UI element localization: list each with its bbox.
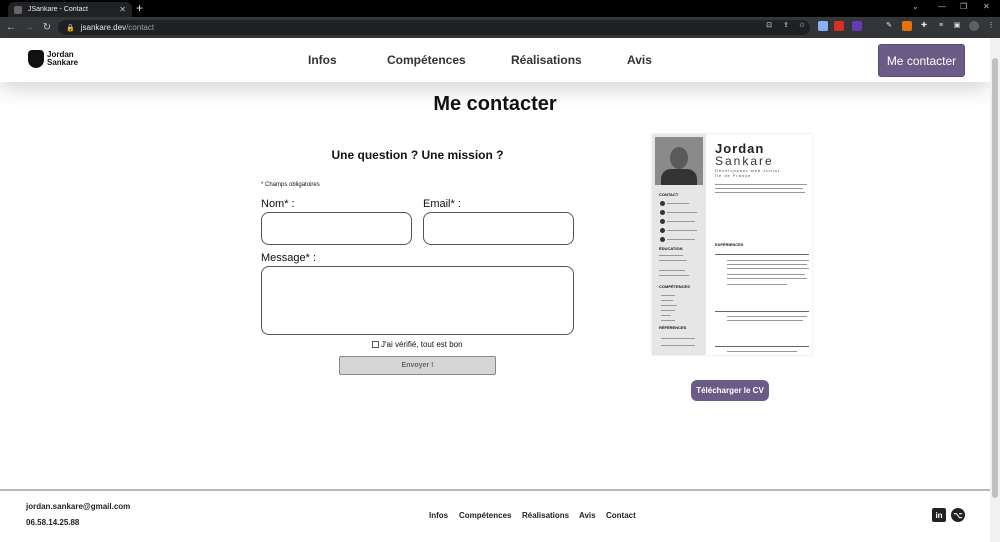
lock-icon: 🔒 (66, 24, 75, 32)
browser-tab-bar: JSankare - Contact ✕ + ⌄ — ❐ ✕ (0, 0, 1000, 17)
extension-icon[interactable]: ✎ (884, 21, 894, 31)
menu-icon[interactable]: ⋮ (986, 21, 996, 31)
email-field[interactable] (423, 212, 574, 245)
page-scrollbar[interactable] (990, 38, 1000, 542)
cv-references-heading: RÉFÉRENCES (659, 325, 687, 330)
cv-experience-heading: EXPÉRIENCES (715, 242, 744, 247)
page-viewport: Jordan Sankare Infos Compétences Réalisa… (0, 38, 990, 542)
cv-contact-row (660, 201, 689, 206)
cv-preview: CONTACT ÉDUCATION COMPÉTENCES RÉFÉRENCES… (652, 134, 812, 355)
profile-avatar[interactable] (969, 21, 979, 31)
footer-divider (0, 489, 990, 491)
footer-link-contact[interactable]: Contact (606, 511, 636, 520)
github-icon[interactable]: ⌥ (951, 508, 965, 522)
page-title: Me contacter (433, 93, 557, 115)
mail-icon (660, 210, 665, 215)
cv-education-heading: ÉDUCATION (659, 246, 683, 251)
share-icon[interactable]: ⇪ (781, 21, 791, 31)
cv-location: Île de France (715, 173, 752, 178)
cv-contact-row (660, 210, 697, 215)
url-host: jsankare.dev (80, 23, 127, 32)
close-icon[interactable]: ✕ (119, 5, 126, 14)
tab-title: JSankare - Contact (28, 6, 88, 13)
email-label: Email* : (423, 198, 461, 210)
minimize-icon[interactable]: — (938, 2, 946, 11)
install-icon[interactable]: ⊡ (764, 21, 774, 31)
side-panel-icon[interactable]: ▣ (952, 21, 962, 31)
cv-contact-row (660, 219, 695, 224)
cv-contact-row (660, 228, 697, 233)
cv-skills-heading: COMPÉTENCES (659, 284, 690, 289)
bookmark-star-icon[interactable]: ☆ (797, 21, 807, 31)
required-note: * Champs obligatoires (261, 182, 320, 188)
url-path: /contact (126, 23, 155, 32)
url-field[interactable]: 🔒 jsankare.dev /contact (58, 20, 810, 35)
github-icon (660, 237, 665, 242)
extension-icon[interactable] (834, 21, 844, 31)
footer-phone: 06.58.14.25.88 (26, 518, 80, 527)
tab-favicon-icon (14, 5, 22, 14)
download-cv-button[interactable]: Télécharger le CV (691, 380, 769, 401)
scrollbar-thumb[interactable] (992, 58, 998, 498)
cv-photo (655, 137, 703, 185)
link-icon (660, 219, 665, 224)
nav-avis[interactable]: Avis (627, 53, 652, 67)
form-heading: Une question ? Une mission ? (331, 148, 504, 162)
cv-last-name: Sankare (715, 154, 774, 168)
site-logo[interactable]: Jordan Sankare (28, 50, 78, 68)
back-icon[interactable]: ← (4, 22, 18, 33)
cv-contact-row (660, 237, 695, 242)
new-tab-button[interactable]: + (136, 2, 143, 15)
message-label: Message* : (261, 252, 317, 264)
footer-link-realisations[interactable]: Réalisations (522, 511, 569, 520)
reading-list-icon[interactable]: ≡ (936, 21, 946, 31)
forward-icon[interactable]: → (22, 22, 36, 33)
restore-icon[interactable]: ❐ (960, 2, 967, 11)
window-close-icon[interactable]: ✕ (983, 2, 990, 11)
name-field[interactable] (261, 212, 412, 245)
footer-email[interactable]: jordan.sankare@gmail.com (26, 502, 130, 511)
tab-search-icon[interactable]: ⌄ (912, 2, 919, 11)
confirm-label[interactable]: J'ai vérifié, tout est bon (381, 340, 463, 349)
phone-icon (660, 201, 665, 206)
extension-icon[interactable] (852, 21, 862, 31)
confirm-row: J'ai vérifié, tout est bon (372, 340, 463, 349)
confirm-checkbox[interactable] (372, 341, 379, 348)
extension-icon[interactable] (902, 21, 912, 31)
extensions-puzzle-icon[interactable]: ✚ (919, 21, 929, 31)
linkedin-icon (660, 228, 665, 233)
cv-contact-heading: CONTACT (659, 192, 679, 197)
message-textarea[interactable] (261, 266, 574, 335)
contact-me-button[interactable]: Me contacter (878, 44, 965, 77)
address-bar: ← → ↻ 🔒 jsankare.dev /contact ⊡ ⇪ ☆ ✎ ✚ … (0, 17, 1000, 38)
browser-tab[interactable]: JSankare - Contact ✕ (8, 2, 132, 17)
extension-icon[interactable] (818, 21, 828, 31)
nav-infos[interactable]: Infos (308, 53, 337, 67)
submit-button[interactable]: Envoyer ! (339, 356, 496, 375)
name-label: Nom* : (261, 198, 295, 210)
reload-icon[interactable]: ↻ (40, 22, 54, 33)
logo-icon (28, 50, 44, 68)
linkedin-icon[interactable]: in (932, 508, 946, 522)
footer-link-avis[interactable]: Avis (579, 511, 596, 520)
nav-realisations[interactable]: Réalisations (511, 53, 582, 67)
nav-competences[interactable]: Compétences (387, 53, 466, 67)
logo-line-2: Sankare (47, 58, 79, 67)
site-header: Jordan Sankare Infos Compétences Réalisa… (0, 38, 990, 82)
footer-link-infos[interactable]: Infos (429, 511, 448, 520)
cv-sidebar: CONTACT ÉDUCATION COMPÉTENCES RÉFÉRENCES (652, 134, 706, 355)
footer-link-competences[interactable]: Compétences (459, 511, 511, 520)
